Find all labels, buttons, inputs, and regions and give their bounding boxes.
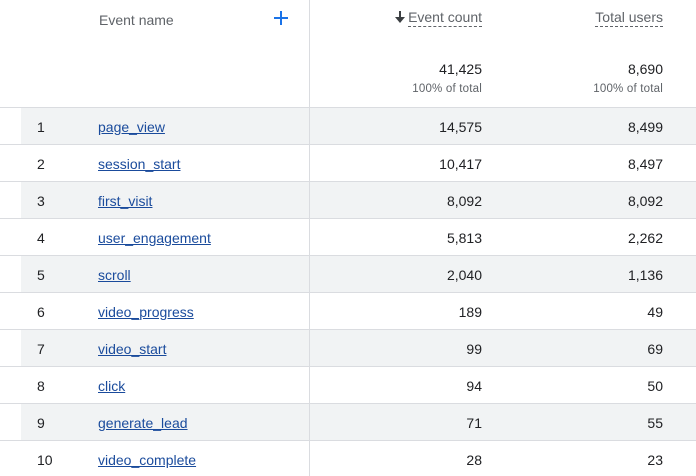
- row-index: 4: [37, 230, 45, 246]
- event-name-link[interactable]: video_progress: [98, 304, 194, 320]
- event-count-cell: 189: [458, 304, 482, 320]
- event-count-cell: 8,092: [446, 193, 482, 209]
- total-users-cell: 23: [647, 452, 663, 468]
- total-users-cell: 69: [647, 341, 663, 357]
- table-row: 9 generate_lead 71 55: [0, 404, 696, 441]
- table-row: 10 video_complete 28 23: [0, 441, 696, 476]
- event-name-link[interactable]: click: [98, 378, 125, 394]
- row-index: 10: [37, 452, 53, 468]
- event-name-link[interactable]: session_start: [98, 156, 180, 172]
- total-users-cell: 8,499: [627, 119, 663, 135]
- plus-icon: [274, 11, 288, 25]
- table-row: 2 session_start 10,417 8,497: [0, 145, 696, 182]
- event-count-label: Event count: [408, 9, 482, 27]
- event-count-cell: 71: [466, 415, 482, 431]
- event-count-cell: 2,040: [446, 267, 482, 283]
- total-event-count: 41,425: [439, 61, 482, 77]
- event-name-link[interactable]: user_engagement: [98, 230, 211, 246]
- row-index: 5: [37, 267, 45, 283]
- event-count-cell: 14,575: [439, 119, 482, 135]
- table-header: Event name Event count Total users 41,42…: [0, 0, 696, 108]
- column-header-total-users[interactable]: Total users: [595, 9, 663, 27]
- event-name-link[interactable]: video_complete: [98, 452, 196, 468]
- total-users-cell: 8,497: [627, 156, 663, 172]
- row-index: 3: [37, 193, 45, 209]
- event-count-cell: 28: [466, 452, 482, 468]
- total-users-label: Total users: [595, 9, 663, 27]
- event-name-link[interactable]: first_visit: [98, 193, 152, 209]
- total-users-cell: 1,136: [627, 267, 663, 283]
- events-table: Event name Event count Total users 41,42…: [0, 0, 696, 476]
- table-row: 8 click 94 50: [0, 367, 696, 404]
- event-name-link[interactable]: video_start: [98, 341, 166, 357]
- row-index: 6: [37, 304, 45, 320]
- total-users-cell: 8,092: [627, 193, 663, 209]
- row-index: 7: [37, 341, 45, 357]
- row-index: 1: [37, 119, 45, 135]
- event-name-link[interactable]: generate_lead: [98, 415, 188, 431]
- event-count-cell: 10,417: [439, 156, 482, 172]
- column-divider: [309, 0, 310, 476]
- event-count-cell: 94: [466, 378, 482, 394]
- row-index: 8: [37, 378, 45, 394]
- table-row: 4 user_engagement 5,813 2,262: [0, 219, 696, 256]
- column-header-event-name[interactable]: Event name: [99, 12, 174, 28]
- event-count-cell: 99: [466, 341, 482, 357]
- total-users-cell: 55: [647, 415, 663, 431]
- total-users-pct: 100% of total: [593, 83, 663, 95]
- event-name-link[interactable]: page_view: [98, 119, 165, 135]
- table-row: 6 video_progress 189 49: [0, 293, 696, 330]
- total-event-count-pct: 100% of total: [412, 83, 482, 95]
- event-name-link[interactable]: scroll: [98, 267, 131, 283]
- total-users-cell: 2,262: [627, 230, 663, 246]
- total-users-value: 8,690: [627, 61, 663, 77]
- arrow-down-icon: [395, 11, 406, 23]
- table-row: 1 page_view 14,575 8,499: [0, 108, 696, 145]
- total-users-cell: 50: [647, 378, 663, 394]
- row-index: 2: [37, 156, 45, 172]
- row-index: 9: [37, 415, 45, 431]
- event-count-cell: 5,813: [446, 230, 482, 246]
- total-users-cell: 49: [647, 304, 663, 320]
- table-row: 3 first_visit 8,092 8,092: [0, 182, 696, 219]
- table-row: 5 scroll 2,040 1,136: [0, 256, 696, 293]
- add-dimension-button[interactable]: [272, 9, 290, 27]
- column-header-event-count[interactable]: Event count: [394, 9, 482, 27]
- table-row: 7 video_start 99 69: [0, 330, 696, 367]
- table-body: 1 page_view 14,575 8,499 2 session_start…: [0, 108, 696, 476]
